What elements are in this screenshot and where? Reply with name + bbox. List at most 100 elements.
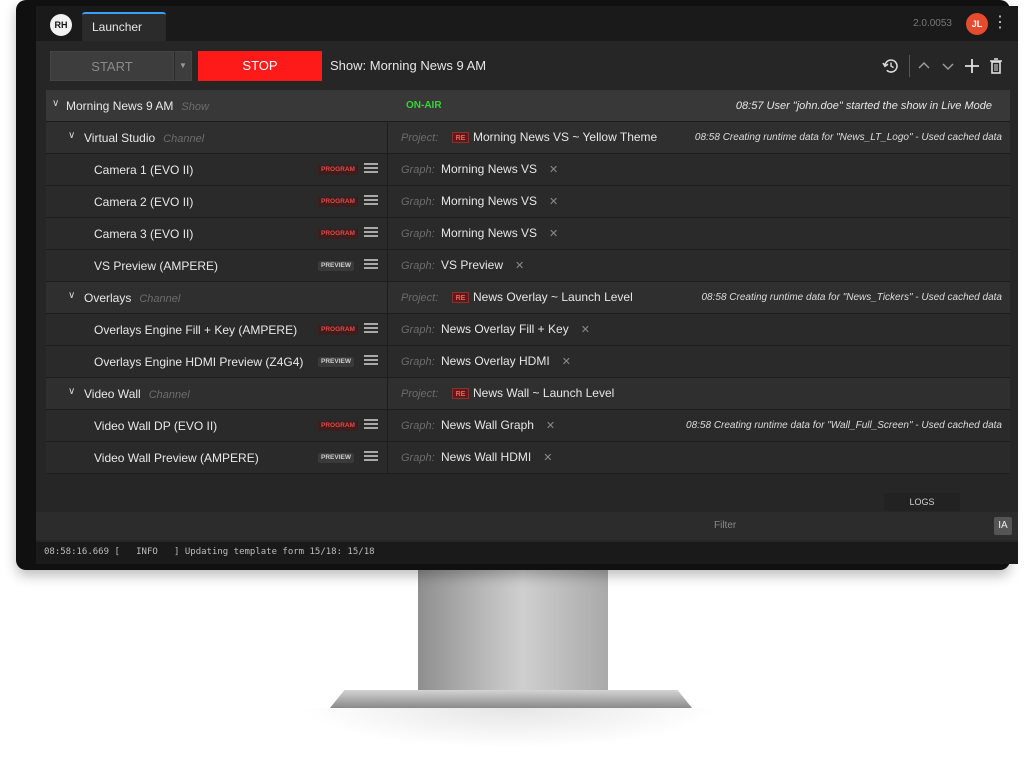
preview-badge: PREVIEW: [318, 453, 354, 463]
plus-icon[interactable]: [964, 57, 980, 80]
close-icon[interactable]: ✕: [543, 452, 552, 464]
preview-badge: PREVIEW: [318, 357, 354, 367]
chevron-down-icon[interactable]: ∨: [52, 98, 59, 109]
engine-row[interactable]: Video Wall DP (EVO II) PROGRAM Graph: Ne…: [46, 410, 1010, 442]
close-icon[interactable]: ✕: [546, 420, 555, 432]
channel-row[interactable]: ∨ Video Wall Channel Project: RE News Wall…: [46, 378, 1010, 410]
preview-badge: PREVIEW: [318, 261, 354, 271]
chevron-down-icon[interactable]: ∨: [68, 290, 75, 301]
list-icon[interactable]: [364, 195, 378, 207]
graph-value[interactable]: News Overlay HDMI ✕: [441, 354, 571, 368]
channel-row[interactable]: ∨ Virtual Studio Channel Project: RE Morni…: [46, 122, 1010, 154]
show-status-message: 08:57 User "john.doe" started the show i…: [735, 100, 992, 112]
close-icon[interactable]: ✕: [581, 324, 590, 336]
title-bar: RH Launcher 2.0.0053 JL ⋮: [36, 6, 1018, 41]
engine-name: Video Wall Preview (AMPERE): [94, 451, 259, 465]
close-icon[interactable]: ✕: [515, 260, 524, 272]
project-value[interactable]: RE Morning News VS ~ Yellow Theme: [452, 130, 657, 144]
channel-name: Virtual Studio Channel: [84, 131, 204, 145]
graph-name: Morning News VS: [441, 194, 538, 208]
program-badge: PROGRAM: [318, 165, 358, 175]
tab-logs[interactable]: LOGS: [884, 493, 960, 511]
program-badge: PROGRAM: [318, 421, 358, 431]
graph-name: News Wall Graph: [441, 418, 534, 432]
rre-project-icon: RE: [452, 292, 469, 303]
show-name: Morning News 9 AM Show: [66, 99, 209, 113]
list-icon[interactable]: [364, 323, 378, 335]
user-avatar[interactable]: JL: [966, 13, 988, 35]
show-name-text: Morning News 9 AM: [66, 99, 174, 113]
monitor-base: [330, 690, 692, 708]
filter-input[interactable]: Filter: [714, 520, 736, 531]
app-logo: RH: [50, 14, 72, 36]
channel-cell: ∨ Video Wall Channel: [46, 378, 388, 410]
graph-label: Graph:: [401, 196, 435, 208]
graph-value[interactable]: VS Preview ✕: [441, 258, 524, 272]
graph-name: VS Preview: [441, 258, 504, 272]
channel-type-label: Channel: [163, 133, 205, 145]
graph-value[interactable]: News Overlay Fill + Key ✕: [441, 322, 590, 336]
project-value[interactable]: RE News Overlay ~ Launch Level: [452, 290, 633, 304]
graph-label: Graph:: [401, 324, 435, 336]
chevron-down-icon[interactable]: ∨: [68, 130, 75, 141]
list-icon[interactable]: [364, 419, 378, 431]
start-button[interactable]: START: [50, 51, 174, 81]
engine-row[interactable]: Camera 1 (EVO II) PROGRAM Graph: Morning…: [46, 154, 1010, 186]
channel-type-label: Channel: [139, 293, 181, 305]
engine-row[interactable]: Overlays Engine HDMI Preview (Z4G4) PREV…: [46, 346, 1010, 378]
program-badge: PROGRAM: [318, 229, 358, 239]
engine-cell: Camera 2 (EVO II) PROGRAM: [46, 186, 388, 218]
close-icon[interactable]: ✕: [549, 196, 558, 208]
close-icon[interactable]: ✕: [549, 164, 558, 176]
list-icon[interactable]: [364, 451, 378, 463]
history-icon[interactable]: [882, 57, 900, 80]
monitor: RH Launcher 2.0.0053 JL ⋮ START ▼ STOP S…: [16, 0, 1018, 570]
graph-value[interactable]: News Wall Graph ✕: [441, 418, 555, 432]
engine-name: Overlays Engine HDMI Preview (Z4G4): [94, 355, 304, 369]
graph-value[interactable]: Morning News VS ✕: [441, 226, 558, 240]
engine-name: Camera 1 (EVO II): [94, 163, 194, 177]
list-icon[interactable]: [364, 163, 378, 175]
graph-label: Graph:: [401, 420, 435, 432]
project-value[interactable]: RE News Wall ~ Launch Level: [452, 386, 614, 400]
channel-name-text: Virtual Studio: [84, 131, 156, 145]
channel-type-label: Channel: [148, 389, 190, 401]
project-name: News Overlay ~ Launch Level: [473, 290, 633, 304]
chevron-up-icon[interactable]: [917, 57, 931, 80]
channel-name: Overlays Channel: [84, 291, 180, 305]
graph-value[interactable]: Morning News VS ✕: [441, 194, 558, 208]
chevron-down-icon[interactable]: ∨: [68, 386, 75, 397]
engine-row[interactable]: Video Wall Preview (AMPERE) PREVIEW Grap…: [46, 442, 1010, 474]
engine-row[interactable]: Overlays Engine Fill + Key (AMPERE) PROG…: [46, 314, 1010, 346]
start-dropdown-button[interactable]: ▼: [174, 51, 192, 81]
graph-value[interactable]: Morning News VS ✕: [441, 162, 558, 176]
channel-row[interactable]: ∨ Overlays Channel Project: RE News Overla…: [46, 282, 1010, 314]
engine-row[interactable]: Camera 3 (EVO II) PROGRAM Graph: Morning…: [46, 218, 1010, 250]
graph-name: News Overlay Fill + Key: [441, 322, 569, 336]
list-icon[interactable]: [364, 227, 378, 239]
chevron-down-icon[interactable]: [941, 57, 955, 80]
channel-name-text: Video Wall: [84, 387, 141, 401]
close-icon[interactable]: ✕: [562, 356, 571, 368]
stop-button[interactable]: STOP: [198, 51, 322, 81]
engine-row[interactable]: Camera 2 (EVO II) PROGRAM Graph: Morning…: [46, 186, 1010, 218]
engine-row[interactable]: VS Preview (AMPERE) PREVIEW Graph: VS Pr…: [46, 250, 1010, 282]
show-row[interactable]: ∨ Morning News 9 AM Show ON-AIR 08:57 Use…: [46, 90, 1010, 122]
graph-value[interactable]: News Wall HDMI ✕: [441, 450, 552, 464]
show-tree: ∨ Morning News 9 AM Show ON-AIR 08:57 Use…: [46, 90, 1010, 492]
trash-icon[interactable]: [989, 57, 1003, 80]
tab-launcher[interactable]: Launcher: [82, 12, 166, 41]
monitor-stand: [418, 566, 608, 694]
channel-cell: ∨ Overlays Channel: [46, 282, 388, 314]
list-icon[interactable]: [364, 355, 378, 367]
filter-options-button[interactable]: IA: [994, 517, 1012, 535]
list-icon[interactable]: [364, 259, 378, 271]
more-options-icon[interactable]: ⋮: [992, 14, 1008, 32]
rre-project-icon: RE: [452, 132, 469, 143]
engine-name: Camera 3 (EVO II): [94, 227, 194, 241]
engine-cell: Video Wall DP (EVO II) PROGRAM: [46, 410, 388, 442]
close-icon[interactable]: ✕: [549, 228, 558, 240]
launcher-app: RH Launcher 2.0.0053 JL ⋮ START ▼ STOP S…: [36, 6, 1018, 564]
graph-name: News Wall HDMI: [441, 450, 532, 464]
version-label: 2.0.0053: [913, 18, 952, 29]
